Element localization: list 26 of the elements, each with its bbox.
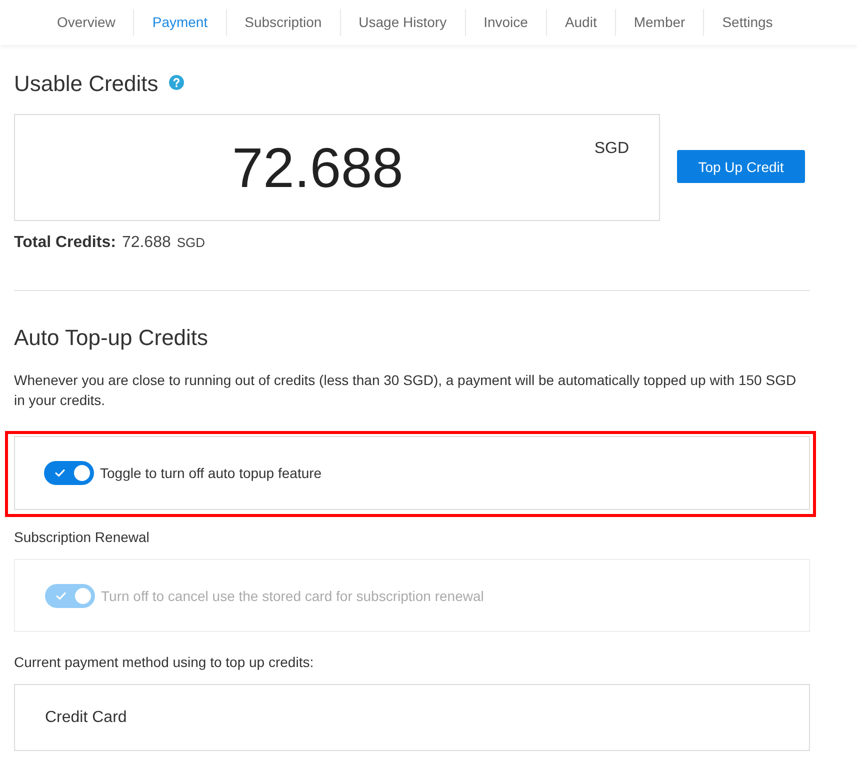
nav-tab[interactable]: Audit [546,9,615,36]
nav-tab[interactable]: Payment [133,9,226,36]
nav-tab[interactable]: Subscription [226,9,340,36]
credit-amount: 72.688 [232,136,404,200]
currency-label: SGD [176,234,206,252]
nav-tab[interactable]: Invoice [464,9,546,36]
check-icon [55,469,65,477]
nav-tab[interactable]: Usage History [340,9,465,36]
section-title: Auto Top-up Credits [14,324,210,352]
total-credits-label: Total Credits: [14,233,116,253]
description-text: Whenever you are close to running out of credits (less than 30 SGD), a payment will be automatically topped up with 150 SGD in your credits. [14,371,798,410]
nav-tab[interactable]: Member [614,9,704,36]
total-credits-value: 72.688 [122,233,171,253]
check-icon [56,592,66,600]
field-label: Subscription Renewal [14,528,150,547]
help-icon [169,74,184,90]
section-title: Usable Credits [14,70,158,98]
payment-method-value: Credit Card [45,708,127,726]
toggle-label: Turn off to cancel use the stored card for subscription renewal [101,588,484,604]
toggle-switch[interactable] [44,461,94,485]
field-label: Current payment method using to top up credits: [14,653,315,672]
top-up-button[interactable]: Top Up Credit [677,150,805,183]
toggle-label: Toggle to turn off auto topup feature [100,465,322,481]
currency-label: SGD [594,139,629,159]
nav-tab[interactable]: Overview [39,9,134,36]
nav-tab[interactable]: Settings [703,9,791,36]
